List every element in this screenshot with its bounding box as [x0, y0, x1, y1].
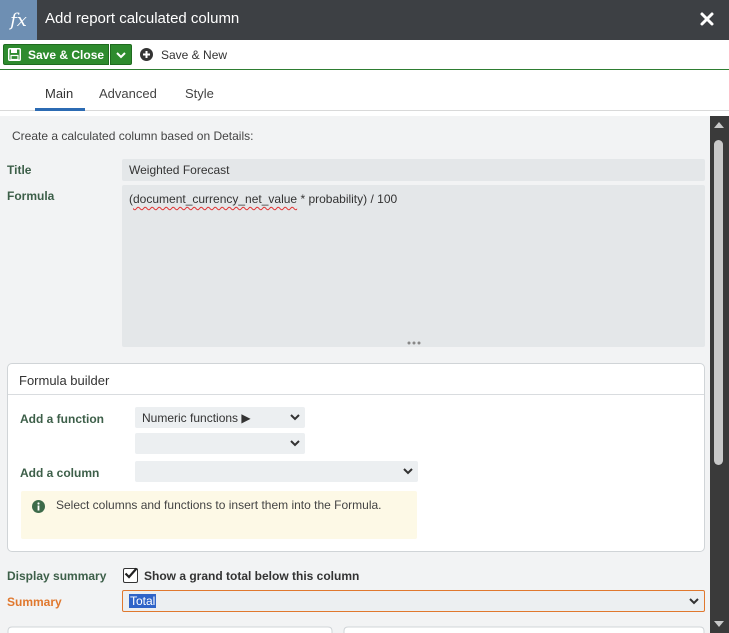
- formula-label: Formula: [7, 189, 55, 203]
- scroll-down-arrow-icon[interactable]: [714, 621, 724, 627]
- tab-main[interactable]: Main: [45, 86, 73, 101]
- chevron-down-icon: [290, 414, 300, 421]
- add-column-label: Add a column: [20, 466, 100, 480]
- plus-circle-icon: [140, 48, 153, 61]
- add-function-label: Add a function: [20, 412, 104, 426]
- grand-total-checkbox[interactable]: [123, 567, 138, 583]
- formula-builder-panel: Formula builder Add a function Numeric f…: [7, 363, 705, 552]
- summary-label: Summary: [7, 595, 62, 609]
- function-select[interactable]: [135, 433, 305, 454]
- save-icon: [8, 48, 21, 61]
- intro-text: Create a calculated column based on Deta…: [12, 129, 254, 143]
- chevron-down-icon: [689, 598, 699, 605]
- chevron-down-icon: [116, 51, 126, 58]
- save-new-button[interactable]: Save & New: [138, 44, 231, 65]
- next-section-edge: [7, 626, 705, 633]
- summary-select[interactable]: Total: [122, 590, 705, 612]
- scrollbar-thumb[interactable]: [714, 140, 723, 465]
- toolbar: Save & Close Save & New: [0, 40, 729, 70]
- dialog-title: Add report calculated column: [45, 10, 240, 27]
- column-select[interactable]: [135, 461, 418, 482]
- title-input[interactable]: Weighted Forecast: [122, 159, 705, 181]
- formula-misspelled-token: document_currency_net_value: [133, 192, 298, 206]
- builder-help-note: Select columns and functions to insert t…: [21, 491, 417, 539]
- checkmark-icon: [124, 567, 138, 579]
- tab-style[interactable]: Style: [185, 86, 214, 101]
- grand-total-checkbox-label[interactable]: Show a grand total below this column: [144, 569, 359, 583]
- title-label: Title: [7, 163, 32, 177]
- tab-bar: Main Advanced Style: [0, 70, 729, 111]
- function-category-value: Numeric functions ▶: [142, 411, 251, 425]
- display-summary-label: Display summary: [7, 569, 107, 583]
- resize-handle-icon[interactable]: [407, 341, 421, 345]
- chevron-down-icon: [290, 440, 300, 447]
- summary-value: Total: [129, 594, 157, 608]
- save-new-label: Save & New: [161, 47, 228, 62]
- formula-builder-heading: Formula builder: [8, 364, 704, 395]
- main-panel: Create a calculated column based on Deta…: [0, 116, 710, 633]
- formula-text-suffix: * probability) / 100: [297, 192, 398, 206]
- function-category-select[interactable]: Numeric functions ▶: [135, 407, 305, 428]
- save-options-dropdown[interactable]: [110, 44, 132, 65]
- tab-advanced[interactable]: Advanced: [99, 86, 157, 101]
- info-icon: [32, 500, 45, 513]
- save-close-button[interactable]: Save & Close: [3, 44, 109, 65]
- formula-textarea[interactable]: (document_currency_net_value * probabili…: [122, 185, 705, 347]
- dialog-titlebar: fx Add report calculated column: [0, 0, 729, 40]
- fx-icon: fx: [0, 0, 37, 40]
- scroll-up-arrow-icon[interactable]: [714, 122, 724, 128]
- save-close-label: Save & Close: [28, 47, 105, 62]
- vertical-scrollbar[interactable]: [710, 116, 729, 633]
- close-icon[interactable]: [699, 11, 715, 27]
- builder-help-text: Select columns and functions to insert t…: [56, 498, 382, 512]
- active-tab-indicator: [35, 108, 85, 111]
- chevron-down-icon: [403, 468, 413, 475]
